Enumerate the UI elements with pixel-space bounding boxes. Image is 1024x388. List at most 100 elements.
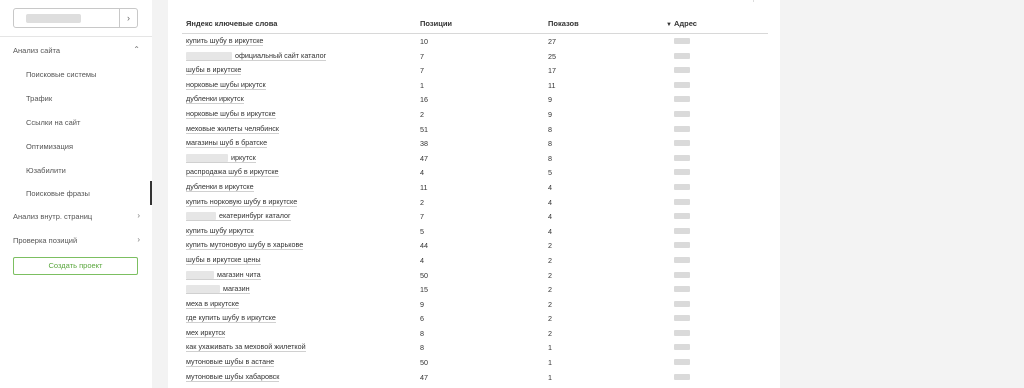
table-body: купить шубу в иркутске 10 27 официальный са…	[182, 34, 768, 384]
keyword-text: мех иркутск	[186, 327, 226, 337]
address-masked[interactable]	[674, 256, 690, 263]
keyword-link[interactable]: где купить шубу в иркутске	[186, 314, 276, 324]
menu-section-label: Проверка позиций	[13, 236, 78, 245]
column-header-shows[interactable]: Показов	[548, 19, 579, 28]
column-header-address[interactable]: ▼ Адрес	[666, 19, 697, 28]
chevron-right-icon[interactable]: ›	[119, 9, 137, 27]
keyword-text: магазин чита	[217, 269, 261, 279]
sidebar-item-usability[interactable]: Юзабилити	[0, 162, 152, 178]
keyword-link[interactable]: купить шубу в иркутске	[186, 37, 264, 46]
position-value: 7	[420, 212, 424, 222]
keyword-link[interactable]: шубы в иркутске	[186, 65, 242, 76]
address-masked[interactable]	[674, 125, 690, 132]
column-header-keyword[interactable]: Яндекс ключевые слова	[186, 19, 277, 28]
table-header: Яндекс ключевые слова Позиции Показов ▼ А…	[182, 16, 768, 34]
sidebar-item-backlinks[interactable]: Ссылки на сайт	[0, 114, 152, 130]
position-value: 50	[420, 358, 428, 368]
keyword-link[interactable]: купить шубу иркутск	[186, 225, 254, 236]
shows-value: 8	[548, 139, 552, 149]
keyword-link[interactable]: меховые жилеты челябинск	[186, 124, 279, 134]
keyword-link[interactable]: магазины шуб в братске	[186, 139, 268, 149]
sidebar-item-label: Ссылки на сайт	[26, 118, 81, 127]
keyword-link[interactable]: мутоновые шубы хабаровск	[186, 372, 280, 382]
keyword-link[interactable]: официальный сайт каталог	[186, 51, 327, 61]
table-row: магазины шуб в братске 38 8	[182, 136, 768, 151]
menu-section-label: Анализ сайта	[13, 46, 61, 55]
address-masked[interactable]	[674, 140, 690, 147]
address-masked[interactable]	[674, 271, 690, 278]
position-value: 6	[420, 314, 424, 324]
keyword-link[interactable]: шубы в иркутске цены	[186, 255, 261, 265]
divider	[0, 36, 152, 37]
address-masked[interactable]	[674, 38, 690, 44]
sidebar-item-traffic[interactable]: Трафик	[0, 90, 152, 106]
keyword-link[interactable]: дубленки в иркутске	[186, 181, 254, 192]
table-row: купить шубу в иркутске 10 27	[182, 34, 768, 49]
keyword-link[interactable]: как ухаживать за меховой жилеткой	[186, 343, 306, 353]
address-masked[interactable]	[674, 67, 690, 74]
keyword-link[interactable]: распродажа шуб в иркутске	[186, 168, 279, 178]
keyword-text: купить шубу иркутск	[186, 225, 254, 235]
keyword-link[interactable]: мех иркутск	[186, 327, 226, 338]
address-masked[interactable]	[674, 213, 690, 220]
address-masked[interactable]	[674, 315, 690, 322]
keyword-link[interactable]: дубленки иркутск	[186, 94, 244, 105]
address-masked[interactable]	[674, 329, 690, 336]
shows-value: 11	[548, 80, 556, 90]
position-value: 7	[420, 51, 424, 61]
keyword-text: дубленки иркутск	[186, 94, 244, 104]
shows-value: 2	[548, 285, 552, 295]
keyword-text: дубленки в иркутске	[186, 181, 254, 191]
sidebar-item-optimization[interactable]: Оптимизация	[0, 138, 152, 154]
menu-section-site-analysis[interactable]: Анализ сайта ⌃	[0, 42, 152, 58]
table-row: магазин чита 50 2	[182, 268, 768, 283]
address-masked[interactable]	[674, 344, 690, 351]
address-masked[interactable]	[674, 198, 690, 205]
keyword-link[interactable]: норковые шубы в иркутске	[186, 109, 276, 119]
address-masked[interactable]	[674, 373, 690, 380]
position-value: 2	[420, 109, 424, 119]
keyword-link[interactable]: купить норковую шубу в иркутске	[186, 197, 298, 207]
address-masked[interactable]	[674, 300, 690, 307]
sidebar-item-search-phrases[interactable]: Поисковые фразы	[0, 181, 152, 205]
address-masked[interactable]	[674, 169, 690, 176]
keyword-link[interactable]: меха в иркутске	[186, 299, 239, 309]
keyword-link[interactable]: магазин	[186, 285, 250, 295]
sidebar-item-label: Поисковые системы	[26, 70, 97, 79]
address-masked[interactable]	[674, 183, 690, 190]
address-masked[interactable]	[674, 96, 690, 103]
sidebar-item-search-engines[interactable]: Поисковые системы	[0, 66, 152, 82]
position-value: 8	[420, 343, 424, 353]
position-value: 16	[420, 95, 428, 105]
menu-section-position-check[interactable]: Проверка позиций ›	[0, 232, 152, 248]
keyword-link[interactable]: екатеринбург каталог	[186, 211, 291, 222]
keyword-text: шубы в иркутске	[186, 65, 242, 75]
address-masked[interactable]	[674, 52, 690, 59]
address-masked[interactable]	[674, 227, 690, 234]
shows-value: 1	[548, 372, 552, 382]
keyword-link[interactable]: норковые шубы иркутск	[186, 80, 266, 90]
column-header-positions[interactable]: Позиции	[420, 19, 452, 28]
address-masked[interactable]	[674, 81, 690, 88]
table-row: магазин 15 2	[182, 282, 768, 297]
keyword-link[interactable]: иркутск	[186, 153, 256, 163]
address-masked[interactable]	[674, 359, 690, 366]
site-select[interactable]: ›	[13, 8, 138, 28]
address-masked[interactable]	[674, 286, 690, 293]
create-project-button[interactable]: Создать проект	[13, 257, 138, 275]
masked-text	[186, 270, 214, 279]
address-masked[interactable]	[674, 154, 690, 161]
menu-section-internal-pages[interactable]: Анализ внутр. страниц ›	[0, 208, 152, 224]
address-masked[interactable]	[674, 242, 690, 249]
address-masked[interactable]	[674, 110, 690, 117]
chevron-right-icon: ›	[137, 235, 140, 244]
table-row: мутоновые шубы хабаровск 47 1	[182, 370, 768, 385]
position-value: 7	[420, 66, 424, 76]
keyword-text: екатеринбург каталог	[219, 211, 291, 221]
shows-value: 2	[548, 299, 552, 309]
keyword-link[interactable]: мутоновые шубы в астане	[186, 358, 275, 368]
keyword-link[interactable]: магазин чита	[186, 269, 261, 280]
position-value: 1	[420, 80, 424, 90]
keyword-link[interactable]: купить мутоновую шубу в харькове	[186, 241, 304, 251]
shows-value: 8	[548, 153, 552, 163]
